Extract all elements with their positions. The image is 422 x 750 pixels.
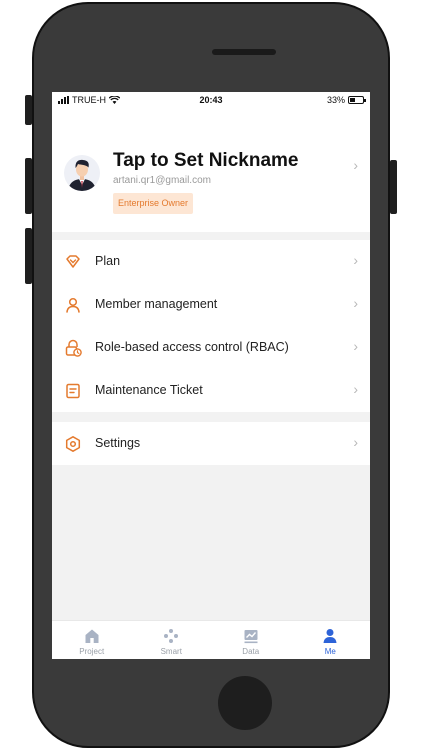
menu-item-maintenance-ticket[interactable]: Maintenance Ticket › <box>52 369 370 412</box>
user-icon <box>66 297 80 313</box>
role-badge: Enterprise Owner <box>113 193 194 214</box>
home-icon <box>85 629 99 643</box>
speaker <box>212 49 276 55</box>
chevron-right-icon: › <box>353 295 358 311</box>
menu-item-label: Maintenance Ticket <box>95 383 203 397</box>
menu-item-plan[interactable]: Plan › <box>52 240 370 283</box>
menu-item-label: Settings <box>95 436 141 450</box>
menu-item-label: Plan <box>95 254 121 268</box>
battery-status: 33% <box>326 95 366 105</box>
tab-project[interactable]: Project <box>52 621 132 659</box>
battery-percent: 33% <box>326 95 345 105</box>
chevron-right-icon: › <box>353 157 358 173</box>
tab-label: Me <box>324 647 336 656</box>
profile-header[interactable]: Tap to Set Nickname artani.qr1@gmail.com… <box>52 110 370 232</box>
tab-label: Data <box>242 647 260 656</box>
person-icon <box>323 629 337 643</box>
volume-down-button <box>25 228 32 284</box>
menu-group-main: Plan › Member management › Role-based ac… <box>52 240 370 412</box>
nickname[interactable]: Tap to Set Nickname <box>113 150 298 172</box>
chevron-right-icon: › <box>353 434 358 450</box>
volume-up-button <box>25 158 32 214</box>
chevron-right-icon: › <box>353 381 358 397</box>
menu-group-settings: Settings › <box>52 422 370 465</box>
tab-data[interactable]: Data <box>211 621 291 659</box>
chevron-right-icon: › <box>353 338 358 354</box>
tab-label: Smart <box>160 647 182 656</box>
dots-icon <box>164 629 179 643</box>
lock-clock-icon <box>65 339 82 357</box>
menu-item-settings[interactable]: Settings › <box>52 422 370 465</box>
power-button <box>390 160 397 214</box>
chart-icon <box>244 630 258 644</box>
email: artani.qr1@gmail.com <box>113 175 211 186</box>
tab-smart[interactable]: Smart <box>132 621 212 659</box>
app-screen: TRUE-H 20:43 33% Tap to Set Nickname art… <box>52 92 370 659</box>
status-time: 20:43 <box>199 95 223 105</box>
mute-switch <box>25 95 32 125</box>
menu-item-label: Member management <box>95 297 218 311</box>
home-button[interactable] <box>218 676 272 730</box>
status-bar: TRUE-H 20:43 33% <box>52 92 370 110</box>
diamond-icon <box>66 255 80 268</box>
ticket-icon <box>66 383 80 399</box>
chevron-right-icon: › <box>353 252 358 268</box>
menu-item-label: Role-based access control (RBAC) <box>95 340 289 354</box>
menu-item-rbac[interactable]: Role-based access control (RBAC) › <box>52 326 370 369</box>
menu-item-member-management[interactable]: Member management › <box>52 283 370 326</box>
battery-icon <box>348 96 366 104</box>
tab-label: Project <box>79 647 105 656</box>
avatar[interactable] <box>64 155 100 191</box>
hexagon-settings-icon <box>65 436 81 452</box>
bottom-tab-bar: Project Smart Data Me <box>52 620 370 659</box>
tab-me[interactable]: Me <box>291 621 371 659</box>
